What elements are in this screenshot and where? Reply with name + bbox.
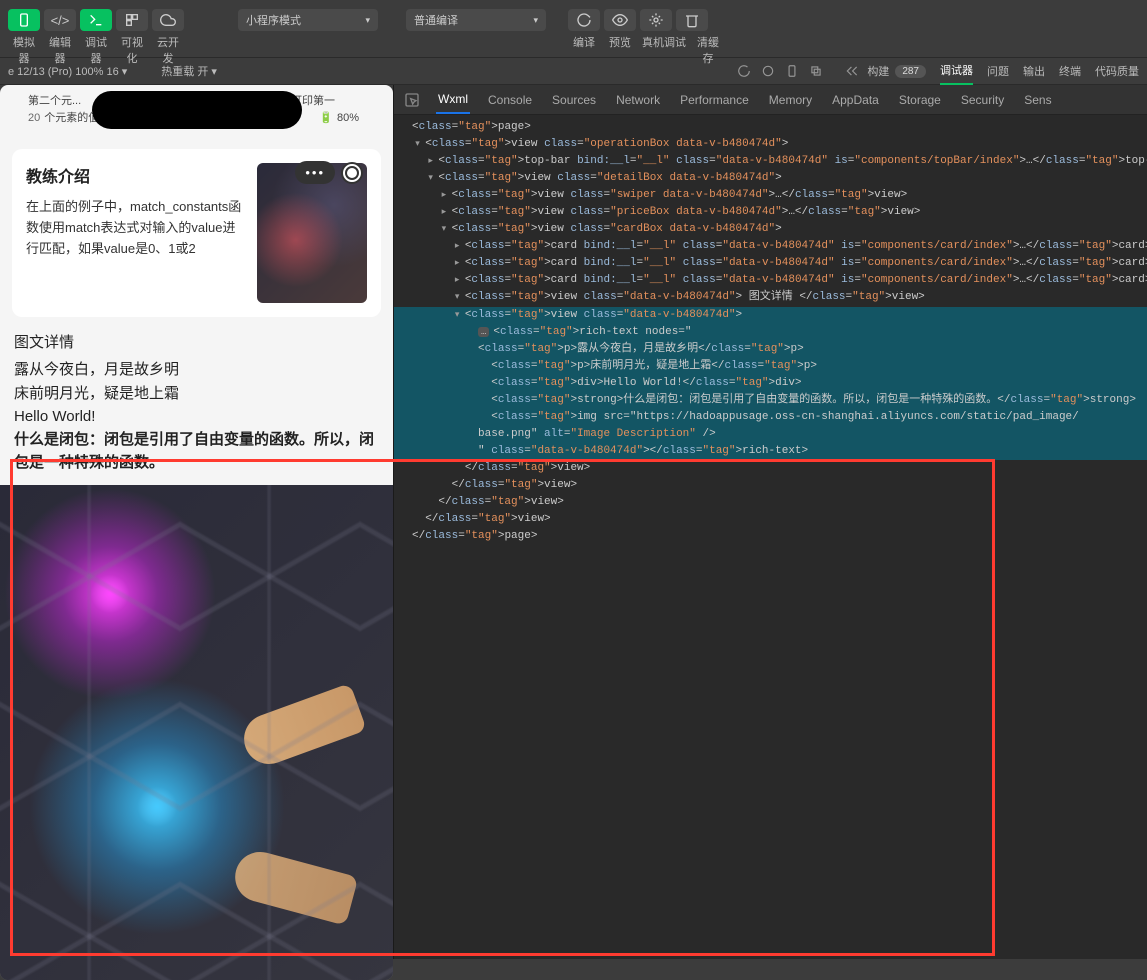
record-icon[interactable]: [761, 64, 775, 78]
clear-cache-button[interactable]: [676, 9, 708, 31]
coach-card[interactable]: 教练介绍 在上面的例子中，match_constants函数使用match表达式…: [12, 149, 381, 317]
toolbar-labels-right: 编译 预览 真机调试 清缓存: [568, 34, 724, 66]
tab-sensor[interactable]: Sens: [1022, 87, 1053, 113]
subtab-quality[interactable]: 代码质量: [1095, 63, 1139, 79]
mode-dropdown[interactable]: 小程序模式: [238, 9, 378, 31]
build-count-badge: 287: [895, 65, 926, 78]
phone-icon[interactable]: [785, 64, 799, 78]
device-selector[interactable]: e 12/13 (Pro) 100% 16 ▾: [8, 65, 127, 78]
collapse-icon[interactable]: [845, 64, 859, 78]
tab-network[interactable]: Network: [614, 87, 662, 113]
more-pill[interactable]: •••: [295, 161, 335, 184]
subtab-problems[interactable]: 问题: [987, 63, 1009, 79]
compile-dropdown[interactable]: 普通编译: [406, 9, 546, 31]
tab-appdata[interactable]: AppData: [830, 87, 881, 113]
tab-security[interactable]: Security: [959, 87, 1006, 113]
card-body: 在上面的例子中，match_constants函数使用match表达式对输入的v…: [26, 197, 245, 259]
target-icon[interactable]: [341, 162, 363, 184]
tab-console[interactable]: Console: [486, 87, 534, 113]
subtab-terminal[interactable]: 终端: [1059, 63, 1081, 79]
compile-button[interactable]: [568, 9, 600, 31]
simulator-button[interactable]: [8, 9, 40, 31]
detail-p2: 床前明月光，疑是地上霜: [14, 382, 379, 405]
detail-section: 图文详情 露从今夜白，月是故乡明 床前明月光，疑是地上霜 Hello World…: [0, 325, 393, 481]
toolbar-labels-left: 模拟器 编辑器 调试器 可视化 云开发: [8, 34, 184, 66]
real-debug-button[interactable]: [640, 9, 672, 31]
subtab-debugger[interactable]: 调试器: [940, 57, 973, 85]
phone-notch: [92, 91, 302, 129]
tab-storage[interactable]: Storage: [897, 87, 943, 113]
tab-performance[interactable]: Performance: [678, 87, 751, 113]
tab-wxml[interactable]: Wxml: [436, 86, 470, 114]
inspect-icon[interactable]: [404, 92, 420, 108]
devtools-tabs: Wxml Console Sources Network Performance…: [394, 85, 1147, 115]
debugger-button[interactable]: [80, 9, 112, 31]
tab-sources[interactable]: Sources: [550, 87, 598, 113]
detail-p1: 露从今夜白，月是故乡明: [14, 358, 379, 381]
preview-button[interactable]: [604, 9, 636, 31]
cloud-button[interactable]: [152, 9, 184, 31]
card-image: [257, 163, 367, 303]
subtab-build[interactable]: 构建: [867, 63, 889, 79]
tab-memory[interactable]: Memory: [767, 87, 814, 113]
main-toolbar: </> 模拟器 编辑器 调试器 可视化 云开发 小程序模式 普通编译 编译 预览…: [0, 0, 1147, 57]
detail-title: 图文详情: [14, 331, 379, 354]
detail-p3: Hello World!: [14, 405, 379, 428]
card-title: 教练介绍: [26, 163, 245, 187]
editor-button[interactable]: </>: [44, 9, 76, 31]
layers-icon[interactable]: [809, 64, 823, 78]
visualize-button[interactable]: [116, 9, 148, 31]
hot-reload-toggle[interactable]: 热重载 开 ▾: [161, 63, 217, 79]
inspect-highlight: [10, 459, 995, 956]
refresh-icon[interactable]: [737, 64, 751, 78]
subtab-output[interactable]: 输出: [1023, 63, 1045, 79]
